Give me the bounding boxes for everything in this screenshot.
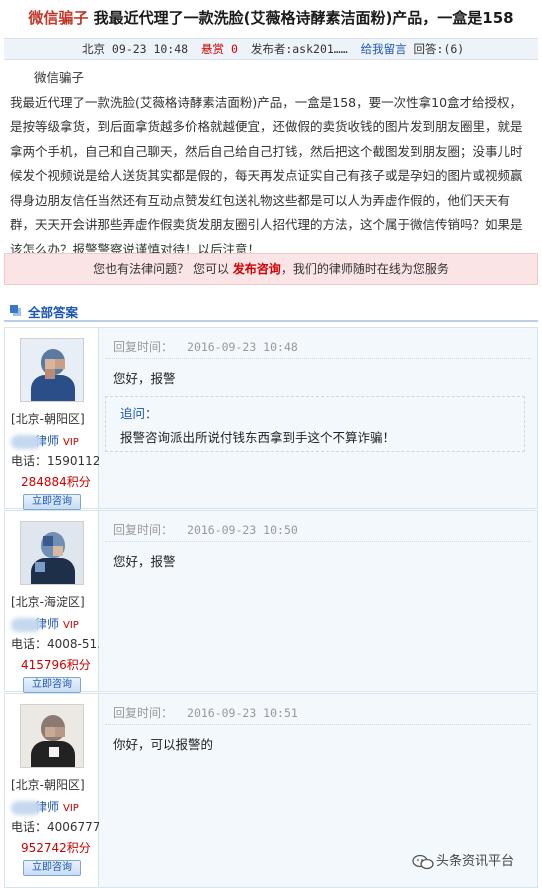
divider: [105, 724, 531, 725]
reply-time-label: 回复时间：: [113, 523, 174, 537]
question-subtitle: 微信骗子: [34, 70, 85, 85]
followup-box: 追问： 报警咨询派出所说付钱东西拿到手这个不算诈骗！: [105, 396, 525, 452]
reply-time: 2016-09-23 10:51: [187, 706, 298, 720]
answer-content: 回复时间： 2016-09-23 10:50 您好，报警: [99, 511, 537, 691]
consult-now-button[interactable]: 立即咨询: [23, 677, 81, 693]
question-content: 微信骗子 我最近代理了一款洗脸(艾薇格诗酵素洁面粉)产品，一盒是158，要一次性…: [4, 62, 538, 262]
publish-consult-link[interactable]: 发布咨询: [233, 262, 281, 276]
legal-consult-banner: 您也有法律问题？ 您可以 发布咨询，我们的律师随时在线为您服务: [4, 253, 538, 285]
question-title-prefix: 微信骗子: [28, 9, 89, 27]
divider: [105, 541, 531, 542]
lawyer-phone: 电话：4008-51…: [11, 637, 110, 651]
reply-time-row: 回复时间： 2016-09-23 10:50: [113, 521, 298, 538]
followup-label: 追问：: [120, 406, 158, 421]
wechat-icon: [412, 854, 434, 869]
lawyer-phone: 电话：1590112…: [11, 454, 113, 468]
answers-count: 回答:(6): [413, 42, 465, 56]
poster-name: 发布者:ask201……: [250, 42, 348, 56]
watermark-text: 头条资讯平台: [436, 854, 515, 869]
reply-time: 2016-09-23 10:48: [187, 340, 298, 354]
reply-text: 您好，报警: [113, 554, 176, 569]
reply-time-label: 回复时间：: [113, 340, 174, 354]
vip-badge: VIP: [63, 803, 79, 814]
answer-item: [北京-海淀区] 律师 VIP 电话：4008-51… 415796积分 立即咨询…: [4, 510, 538, 693]
answer-item: [北京-朝阳区] 律师 VIP 电话：1590112… 284884积分 立即咨询…: [4, 327, 538, 510]
lawyer-points: 952742积分: [21, 841, 91, 855]
reply-time-label: 回复时间：: [113, 706, 174, 720]
followup-text: 报警咨询派出所说付钱东西拿到手这个不算诈骗！: [120, 430, 396, 445]
lawyer-avatar[interactable]: [20, 521, 84, 585]
reply-text: 您好，报警: [113, 371, 176, 386]
banner-prefix: 您也有法律问题？ 您可以: [93, 262, 233, 276]
vip-badge: VIP: [63, 437, 79, 448]
lawyer-card: [北京-朝阳区] 律师 VIP 电话：1590112… 284884积分 立即咨询: [5, 328, 112, 510]
reward-badge: 悬赏 0: [201, 42, 238, 56]
consult-now-button[interactable]: 立即咨询: [23, 494, 81, 510]
lawyer-card: [北京-海淀区] 律师 VIP 电话：4008-51… 415796积分 立即咨询: [5, 511, 109, 693]
lawyer-avatar[interactable]: [20, 338, 84, 402]
lawyer-points: 284884积分: [21, 475, 91, 489]
lawyer-location: [北京-朝阳区]: [11, 412, 85, 426]
question-body: 我最近代理了一款洗脸(艾薇格诗酵素洁面粉)产品，一盒是158，要一次性拿10盒才…: [10, 94, 523, 257]
reply-time: 2016-09-23 10:50: [187, 523, 298, 537]
divider: [105, 358, 531, 359]
question-meta-bar: 北京 09-23 10:48 悬赏 0 发布者:ask201…… 给我留言 回答…: [4, 38, 538, 60]
all-answers-header: 全部答案: [4, 300, 538, 322]
lawyer-name-row[interactable]: 律师 VIP: [11, 615, 79, 632]
consult-now-button[interactable]: 立即咨询: [23, 860, 81, 876]
reply-time-row: 回复时间： 2016-09-23 10:48: [113, 338, 298, 355]
banner-suffix: ，我们的律师随时在线为您服务: [280, 262, 449, 276]
leave-message-link[interactable]: 给我留言: [361, 42, 407, 56]
question-title-text: 我最近代理了一款洗脸(艾薇格诗酵素洁面粉)产品，一盒是158: [88, 9, 514, 27]
section-bullet-icon: [10, 305, 18, 313]
lawyer-name-row[interactable]: 律师 VIP: [11, 798, 79, 815]
lawyer-location: [北京-海淀区]: [11, 595, 85, 609]
toutiao-watermark: 头条资讯平台: [412, 850, 514, 870]
lawyer-avatar[interactable]: [20, 704, 84, 768]
lawyer-points: 415796积分: [21, 658, 91, 672]
lawyer-card: [北京-朝阳区] 律师 VIP 电话：4006777… 952742积分 立即咨询: [5, 694, 112, 887]
question-location-time: 北京 09-23 10:48: [82, 42, 189, 56]
question-title: 微信骗子 我最近代理了一款洗脸(艾薇格诗酵素洁面粉)产品，一盒是158: [0, 0, 542, 36]
answer-content: 回复时间： 2016-09-23 10:48 您好，报警 追问： 报警咨询派出所说…: [99, 328, 537, 508]
reply-text: 你好，可以报警的: [113, 737, 214, 752]
lawyer-location: [北京-朝阳区]: [11, 778, 85, 792]
lawyer-phone: 电话：4006777…: [11, 820, 113, 834]
vip-badge: VIP: [63, 620, 79, 631]
lawyer-name-row[interactable]: 律师 VIP: [11, 432, 79, 449]
reply-time-row: 回复时间： 2016-09-23 10:51: [113, 704, 298, 721]
question-title-bar: 微信骗子 我最近代理了一款洗脸(艾薇格诗酵素洁面粉)产品，一盒是158: [0, 0, 542, 36]
all-answers-title: 全部答案: [28, 305, 79, 320]
